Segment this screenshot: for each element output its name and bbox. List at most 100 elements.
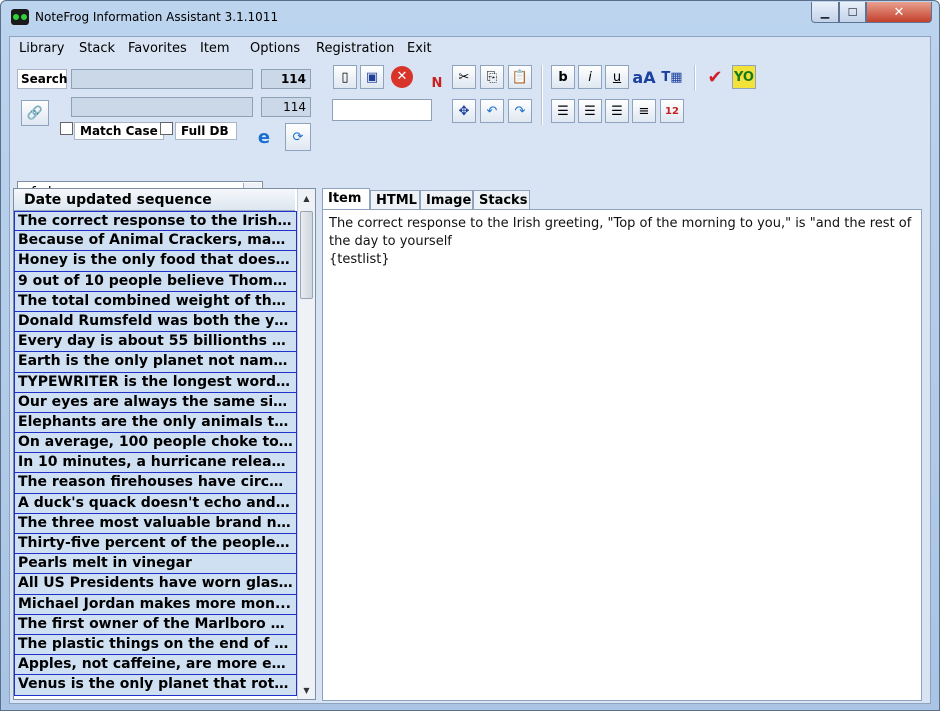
list-item[interactable]: Honey is the only food that does n... [14,251,297,272]
link-button[interactable]: 🔗 [21,100,49,126]
list-item[interactable]: The reason firehouses have circul... [14,473,297,494]
full-db-label: Full DB [175,122,237,140]
color-palette-icon: T▦ [661,69,683,85]
copy-button[interactable]: ⎘ [480,65,504,89]
delete-button[interactable]: ✕ [390,65,414,89]
tab-image[interactable]: Image [420,190,473,210]
list-item[interactable]: TYPEWRITER is the longest word t... [14,372,297,393]
copy-icon: ⎘ [486,69,498,85]
save-button[interactable]: ▣ [360,65,384,89]
list-item[interactable]: Elephants are the only animals th... [14,412,297,434]
list-item[interactable]: On average, 100 people choke to ... [14,433,297,454]
bold-icon: b [558,69,568,85]
scissors-icon: ✂ [458,69,470,85]
font-icon: aA [632,67,656,87]
scroll-up-icon[interactable]: ▲ [298,189,315,207]
menu-favorites[interactable]: Favorites [128,41,187,56]
find-input[interactable] [332,99,432,121]
item-editor[interactable]: The correct response to the Irish greeti… [322,209,922,701]
new-button[interactable]: ▯ [333,65,357,89]
list-item[interactable]: Michael Jordan makes more mon... [14,594,297,615]
list-item[interactable]: 9 out of 10 people believe Thoma... [14,271,297,292]
menu-options[interactable]: Options [250,41,300,56]
align-right-button[interactable]: ☰ [605,99,629,123]
list-item[interactable]: A duck's quack doesn't echo and ... [14,493,297,514]
scroll-thumb[interactable] [300,211,313,299]
menu-registration[interactable]: Registration [316,41,394,56]
italic-button[interactable]: i [578,65,602,89]
search-input[interactable] [71,69,253,89]
search-label: Search [17,69,67,89]
title-bar[interactable]: NoteFrog Information Assistant 3.1.1011 … [1,1,939,35]
tab-item[interactable]: Item [322,188,370,211]
match-case-label: Match Case [74,122,164,140]
frog-app-icon [11,9,29,25]
list-item[interactable]: Venus is the only planet that rotat... [14,675,297,696]
list-item[interactable]: Apples, not caffeine, are more effi... [14,655,297,676]
delete-icon: ✕ [391,66,413,88]
thesaurus-icon: YO [733,69,754,85]
calendar-icon: 12 [665,105,679,117]
editor-line: the day to yourself [329,234,452,249]
list-item[interactable]: In 10 minutes, a hurricane release... [14,453,297,474]
list-item[interactable]: All US Presidents have worn glass... [14,574,297,595]
list-item[interactable]: The three most valuable brand na... [14,513,297,534]
align-right-icon: ☰ [611,103,623,119]
clipboard-icon: 📋 [511,69,529,85]
list-item[interactable]: Earth is the only planet not name... [14,352,297,373]
close-button[interactable]: ✕ [866,2,932,23]
list-sort-header[interactable]: Date updated sequence [14,189,295,211]
maximize-button[interactable]: ☐ [839,2,866,23]
undo-icon: ↶ [486,103,498,119]
underline-button[interactable]: u [605,65,629,89]
list-item[interactable]: Our eyes are always the same siz... [14,392,297,413]
underline-icon: u [612,69,622,85]
menu-stack[interactable]: Stack [79,41,115,56]
save-icon: ▣ [365,69,379,85]
bold-button[interactable]: b [551,65,575,89]
link-icon: 🔗 [26,105,44,121]
match-case-checkbox[interactable] [60,122,73,135]
list-item[interactable]: The plastic things on the end of sh... [14,634,297,656]
bullet-list-icon: ≡ [638,103,650,119]
redo-button[interactable]: ↷ [508,99,532,123]
full-db-checkbox[interactable] [160,122,173,135]
thesaurus-button[interactable]: YO [732,65,756,89]
cut-button[interactable]: ✂ [452,65,476,89]
calendar-button[interactable]: 12 [660,99,684,123]
menu-item[interactable]: Item [200,41,230,56]
list-item[interactable]: Donald Rumsfeld was both the yo... [14,311,297,333]
minimize-button[interactable]: ▁ [811,2,839,23]
tab-stacks[interactable]: Stacks [473,190,530,210]
refresh-button[interactable]: ⟳ [285,123,311,151]
align-left-button[interactable]: ☰ [551,99,575,123]
list-item[interactable]: The first owner of the Marlboro Co... [14,614,297,635]
secondary-search-input[interactable] [71,97,253,117]
list-item[interactable]: The correct response to the Irish g... [14,211,297,232]
tab-html[interactable]: HTML [370,190,420,210]
toolbar-separator [541,65,543,125]
list-item[interactable]: Pearls melt in vinegar [14,554,297,575]
spellcheck-button[interactable]: ✔ [703,65,727,89]
item-list: The correct response to the Irish g... Be… [14,211,297,696]
clear-format-button[interactable]: N [425,71,449,95]
text-color-button[interactable]: T▦ [660,65,684,89]
align-center-button[interactable]: ☰ [578,99,602,123]
toolbar: Search 114 🔗 114 Match Case Full DB e ⟳ … [10,59,930,205]
bullet-list-button[interactable]: ≡ [632,99,656,123]
browser-icon[interactable]: e [251,124,277,150]
menu-exit[interactable]: Exit [407,41,432,56]
list-item[interactable]: Thirty-five percent of the people ... [14,534,297,555]
list-item[interactable]: Because of Animal Crackers, man... [14,231,297,252]
scroll-down-icon[interactable]: ▼ [298,681,315,699]
paste-button[interactable]: 📋 [508,65,532,89]
font-button[interactable]: aA [632,65,656,89]
menu-library[interactable]: Library [19,41,64,56]
move-button[interactable]: ✥ [452,99,476,123]
clear-format-icon: N [431,75,443,91]
list-item[interactable]: Every day is about 55 billionths of ... [14,332,297,353]
undo-button[interactable]: ↶ [480,99,504,123]
list-item[interactable]: The total combined weight of the ... [14,291,297,312]
tab-strip: Item HTML Image Stacks [322,188,622,211]
list-scrollbar[interactable]: ▲ ▼ [297,189,315,699]
